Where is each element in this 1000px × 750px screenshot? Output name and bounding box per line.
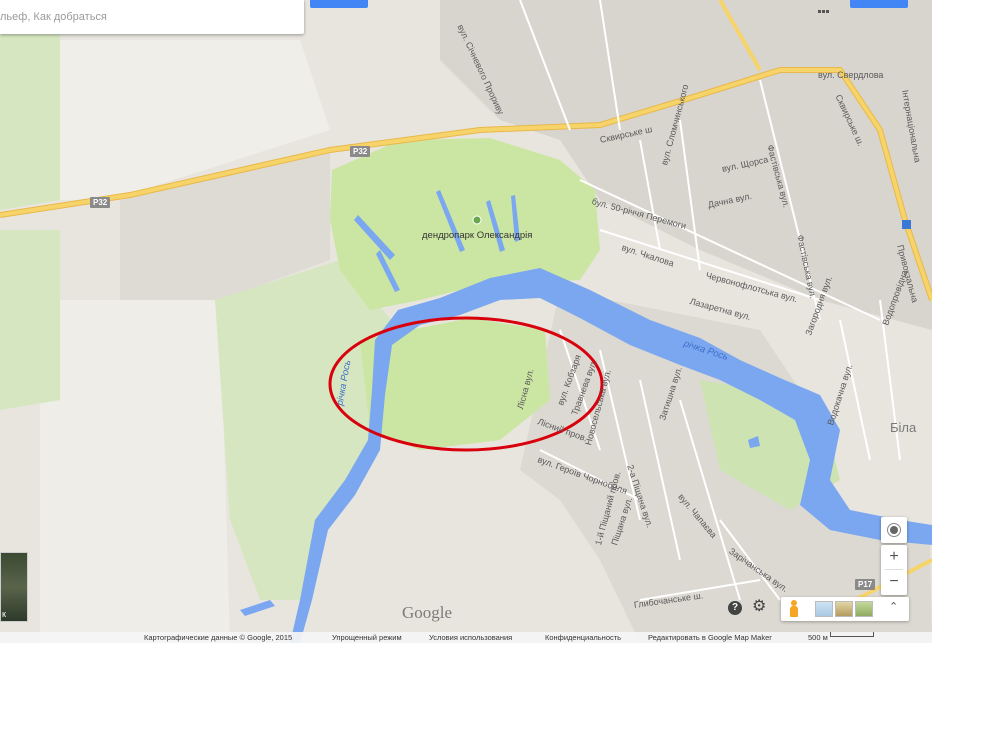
zoom-control: + − — [881, 545, 907, 595]
transit-stop-icon[interactable] — [902, 220, 911, 229]
edit-map-maker-link[interactable]: Редактировать в Google Map Maker — [648, 632, 772, 643]
earth-view-toggle[interactable]: к — [0, 552, 28, 622]
road-shield-p17: P17 — [855, 579, 876, 590]
map-data-attribution: Картографические данные © Google, 2015 — [144, 633, 293, 642]
terms-link[interactable]: Условия использования — [429, 632, 512, 643]
apps-grid-icon[interactable] — [818, 0, 832, 13]
imagery-thumbnail[interactable] — [815, 601, 833, 617]
map-footer: Картографические данные © Google, 2015 У… — [0, 632, 932, 643]
search-input[interactable] — [0, 8, 290, 26]
my-location-button[interactable] — [881, 517, 907, 543]
forest-west — [0, 230, 60, 410]
search-box — [0, 0, 304, 34]
google-logo: Google — [402, 603, 453, 622]
earth-view-label: к — [2, 609, 6, 619]
imagery-tray: ⌃ — [781, 597, 909, 621]
park-marker-icon[interactable] — [472, 215, 482, 225]
sign-in-button[interactable] — [850, 0, 908, 8]
scale-bar — [830, 632, 874, 637]
scale-label: 500 м — [808, 633, 828, 642]
road-shield-r32: P32 — [90, 197, 111, 208]
pond — [240, 600, 275, 616]
gear-icon[interactable]: ⚙ — [752, 599, 768, 615]
park-label[interactable]: дендропарк Олександрія — [422, 230, 532, 241]
location-target-icon — [890, 526, 898, 534]
zoom-out-button[interactable]: − — [881, 570, 907, 594]
field-southwest — [40, 300, 230, 643]
map-graphics — [0, 0, 932, 643]
search-button[interactable] — [310, 0, 368, 8]
help-icon[interactable]: ? — [728, 601, 742, 615]
privacy-link[interactable]: Конфиденциальность — [545, 632, 621, 643]
map-canvas[interactable]: P32 P32 P17 вул. Січневого Прориву Сквир… — [0, 0, 932, 643]
zoom-in-button[interactable]: + — [881, 545, 907, 569]
road-shield-r32: P32 — [350, 146, 371, 157]
imagery-thumbnail[interactable] — [855, 601, 873, 617]
expand-up-icon[interactable]: ⌃ — [889, 600, 898, 613]
street-label: вул. Свердлова — [818, 70, 884, 80]
simple-mode-link[interactable]: Упрощенный режим — [332, 632, 402, 643]
pegman-icon[interactable] — [789, 600, 799, 618]
city-label: Біла — [890, 420, 917, 435]
imagery-thumbnail[interactable] — [835, 601, 853, 617]
